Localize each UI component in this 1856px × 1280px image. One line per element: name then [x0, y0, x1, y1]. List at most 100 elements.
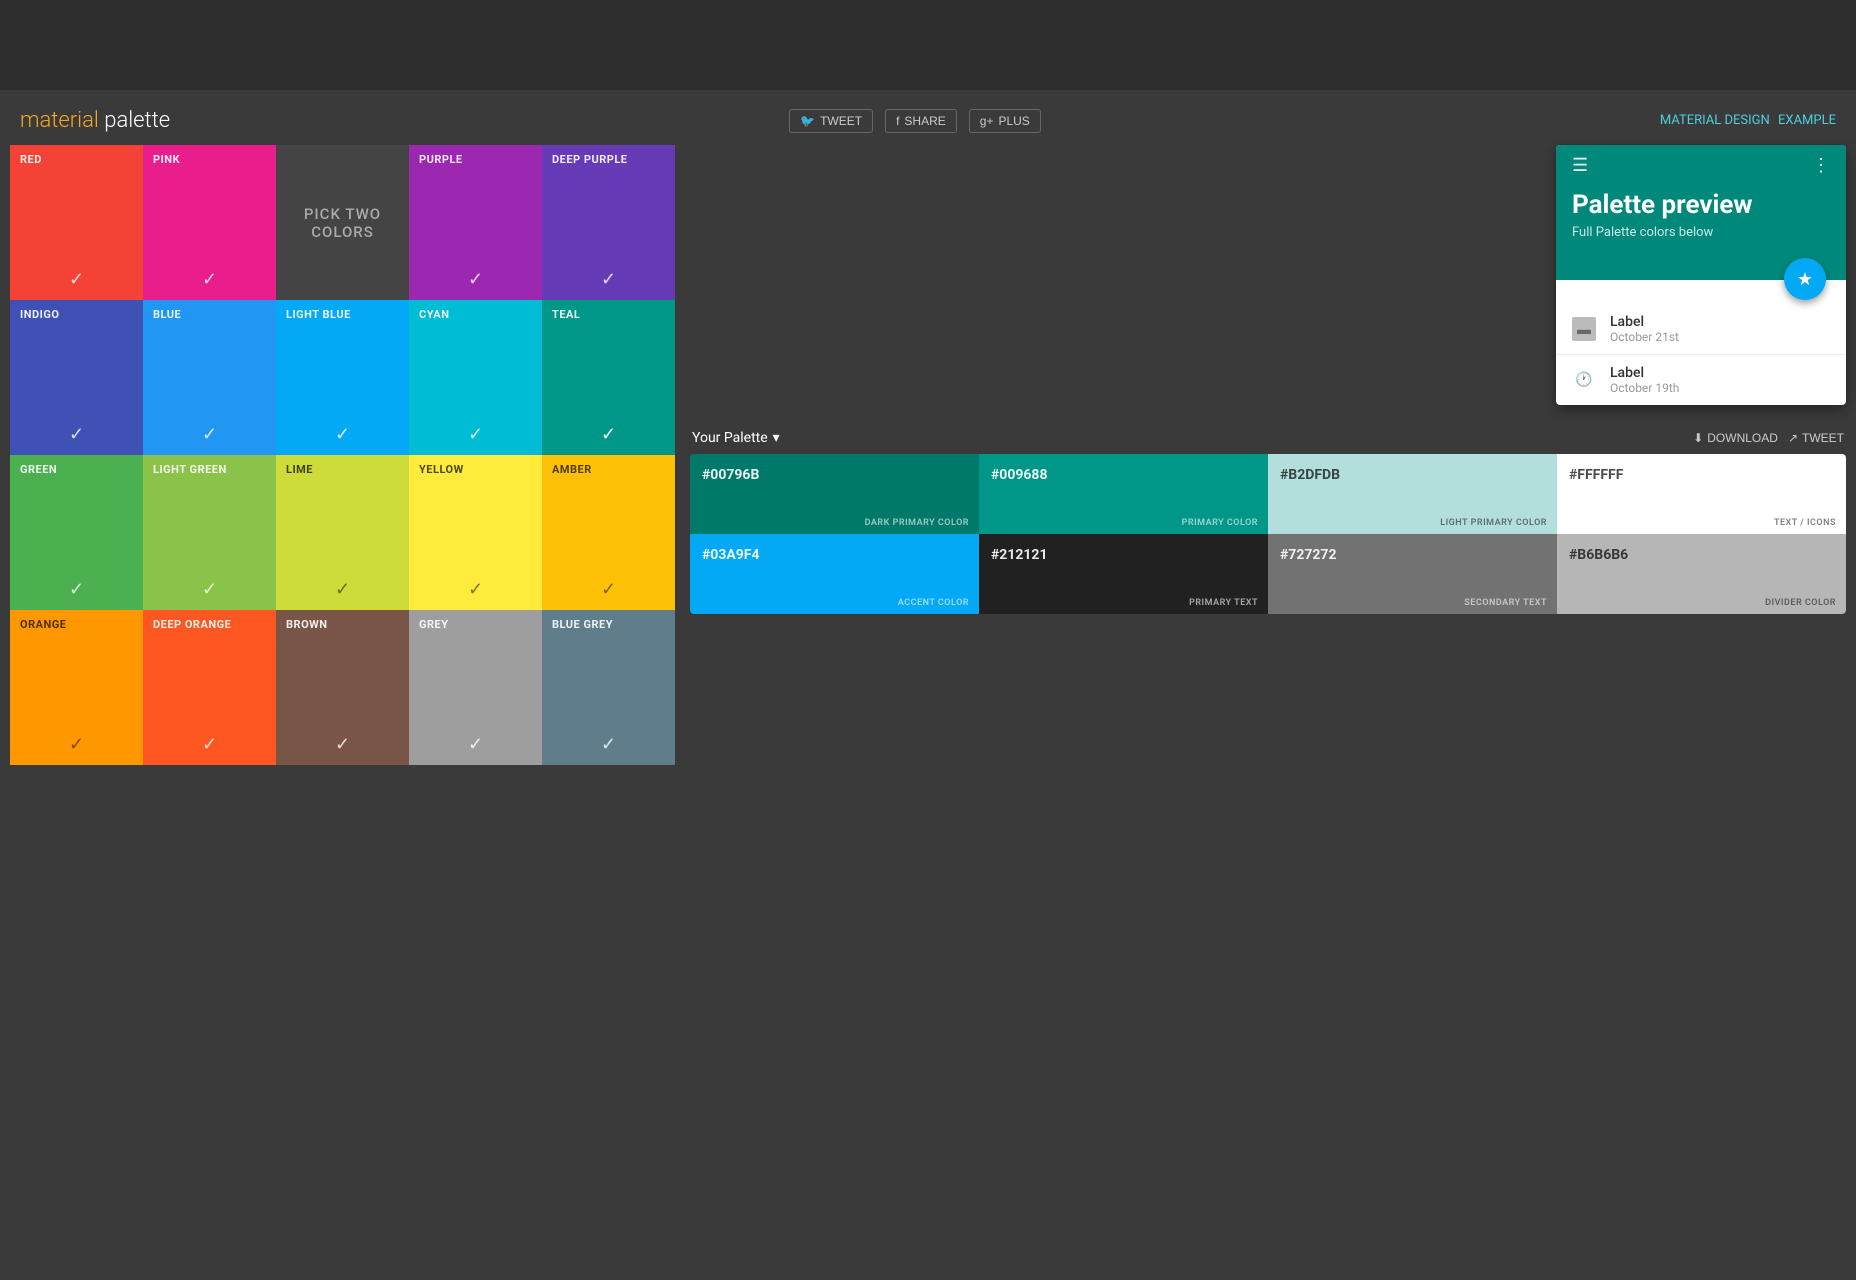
color-grey-label: GREY — [419, 618, 449, 631]
preview-fab[interactable]: ★ — [1784, 258, 1826, 300]
right-panel: ☰ ⋮ Palette preview Full Palette colors … — [690, 145, 1846, 614]
app-logo: material palette — [20, 108, 170, 133]
color-green[interactable]: GREEN ✓ — [10, 455, 143, 610]
palette-section: Your Palette ▾ ⬇ DOWNLOAD ↗ TWEET — [690, 430, 1846, 614]
color-cyan[interactable]: CYAN ✓ — [409, 300, 542, 455]
preview-header: ☰ ⋮ Palette preview Full Palette colors … — [1556, 145, 1846, 280]
color-cyan-label: CYAN — [419, 308, 449, 321]
pick-two-text: PICK TWO COLORS — [276, 205, 409, 241]
pick-two-cell: PICK TWO COLORS — [276, 145, 409, 300]
download-button[interactable]: ⬇ DOWNLOAD — [1693, 431, 1778, 445]
color-teal[interactable]: TEAL ✓ — [542, 300, 675, 455]
color-grey[interactable]: GREY ✓ — [409, 610, 542, 765]
color-teal-check: ✓ — [601, 424, 616, 445]
color-teal-label: TEAL — [552, 308, 580, 321]
palette-swatch-hex-1: #009688 — [991, 467, 1048, 483]
palette-header: Your Palette ▾ ⬇ DOWNLOAD ↗ TWEET — [690, 430, 1846, 446]
download-label: DOWNLOAD — [1707, 431, 1778, 445]
color-blue-grey[interactable]: BLUE GREY ✓ — [542, 610, 675, 765]
plus-button[interactable]: g+ PLUS — [969, 109, 1041, 133]
color-purple-label: PURPLE — [419, 153, 463, 166]
color-green-check: ✓ — [69, 579, 84, 600]
share-label: SHARE — [904, 114, 945, 128]
list-text-1: Label October 21st — [1610, 314, 1830, 344]
color-lime-check: ✓ — [335, 579, 350, 600]
palette-swatch-label-3: TEXT / ICONS — [1774, 518, 1836, 528]
palette-swatch-label-1: PRIMARY COLOR — [1182, 518, 1258, 528]
palette-swatch-hex-5: #212121 — [991, 547, 1048, 563]
preview-title: Palette preview — [1572, 190, 1830, 221]
palette-actions: ⬇ DOWNLOAD ↗ TWEET — [1693, 431, 1844, 445]
color-deep-purple-check: ✓ — [601, 269, 616, 290]
color-amber[interactable]: AMBER ✓ — [542, 455, 675, 610]
palette-swatch-4[interactable]: #03A9F4ACCENT COLOR — [690, 534, 979, 614]
color-blue-grey-label: BLUE GREY — [552, 618, 613, 631]
menu-icon: ☰ — [1572, 155, 1588, 176]
list-date-2: October 19th — [1610, 381, 1830, 395]
color-blue-check: ✓ — [202, 424, 217, 445]
color-orange[interactable]: ORANGE ✓ — [10, 610, 143, 765]
material-design-link[interactable]: MATERIAL DESIGN EXAMPLE — [1660, 113, 1836, 128]
color-pink-check: ✓ — [202, 269, 217, 290]
palette-swatch-label-5: PRIMARY TEXT — [1189, 598, 1258, 608]
palette-grid: #00796BDARK PRIMARY COLOR #009688 PRIMARY … — [690, 454, 1846, 614]
color-red-label: RED — [20, 153, 42, 166]
palette-swatch-hex-2: #B2DFDB — [1280, 467, 1340, 483]
twitter-icon: 🐦 — [800, 114, 815, 128]
color-purple-check: ✓ — [468, 269, 483, 290]
color-brown[interactable]: BROWN ✓ — [276, 610, 409, 765]
color-indigo[interactable]: INDIGO ✓ — [10, 300, 143, 455]
color-indigo-check: ✓ — [69, 424, 84, 445]
chevron-down-icon[interactable]: ▾ — [773, 430, 780, 446]
color-indigo-label: INDIGO — [20, 308, 59, 321]
logo-palette: palette — [104, 108, 170, 133]
gplus-icon: g+ — [980, 114, 994, 128]
palette-swatch-label-6: SECONDARY TEXT — [1464, 598, 1547, 608]
color-blue-grey-check: ✓ — [601, 734, 616, 755]
preview-card: ☰ ⋮ Palette preview Full Palette colors … — [1556, 145, 1846, 405]
color-purple[interactable]: PURPLE ✓ — [409, 145, 542, 300]
palette-swatch-hex-4: #03A9F4 — [702, 547, 760, 563]
tweet-button[interactable]: 🐦 TWEET — [789, 109, 873, 133]
color-lime[interactable]: LIME ✓ — [276, 455, 409, 610]
color-pink[interactable]: PINK ✓ — [143, 145, 276, 300]
example-text: EXAMPLE — [1778, 113, 1836, 128]
color-light-blue-check: ✓ — [335, 424, 350, 445]
color-deep-purple-label: DEEP PURPLE — [552, 153, 627, 166]
palette-swatch-1[interactable]: #009688 PRIMARY COLOR — [979, 454, 1268, 534]
palette-swatch-6[interactable]: #727272SECONDARY TEXT — [1268, 534, 1557, 614]
palette-title-text: Your Palette — [692, 430, 768, 446]
tweet-label: TWEET — [820, 114, 862, 128]
color-red[interactable]: RED ✓ — [10, 145, 143, 300]
color-light-blue-label: LIGHT BLUE — [286, 308, 351, 321]
list-label-2: Label — [1610, 365, 1830, 381]
color-deep-orange-check: ✓ — [202, 734, 217, 755]
palette-swatch-5[interactable]: #212121 PRIMARY TEXT — [979, 534, 1268, 614]
share-button[interactable]: f SHARE — [885, 109, 957, 133]
preview-toolbar: ☰ ⋮ — [1572, 155, 1830, 176]
palette-swatch-0[interactable]: #00796BDARK PRIMARY COLOR — [690, 454, 979, 534]
color-blue[interactable]: BLUE ✓ — [143, 300, 276, 455]
download-icon: ⬇ — [1693, 431, 1703, 445]
color-deep-purple[interactable]: DEEP PURPLE ✓ — [542, 145, 675, 300]
preview-subtitle: Full Palette colors below — [1572, 225, 1830, 240]
color-orange-label: ORANGE — [20, 618, 66, 631]
color-light-blue[interactable]: LIGHT BLUE ✓ — [276, 300, 409, 455]
color-pink-label: PINK — [153, 153, 180, 166]
color-yellow[interactable]: YELLOW ✓ — [409, 455, 542, 610]
palette-swatch-hex-0: #00796B — [702, 467, 759, 483]
color-blue-label: BLUE — [153, 308, 181, 321]
palette-swatch-3[interactable]: #FFFFFFTEXT / ICONS — [1557, 454, 1846, 534]
logo-material: material — [20, 108, 99, 133]
color-deep-orange[interactable]: DEEP ORANGE ✓ — [143, 610, 276, 765]
color-brown-label: BROWN — [286, 618, 328, 631]
facebook-icon: f — [896, 114, 899, 128]
color-light-green[interactable]: LIGHT GREEN ✓ — [143, 455, 276, 610]
palette-swatch-2[interactable]: #B2DFDBLIGHT PRIMARY COLOR — [1268, 454, 1557, 534]
color-brown-check: ✓ — [335, 734, 350, 755]
palette-tweet-button[interactable]: ↗ TWEET — [1788, 431, 1844, 445]
palette-tweet-label: TWEET — [1802, 431, 1844, 445]
palette-swatch-7[interactable]: #B6B6B6DIVIDER COLOR — [1557, 534, 1846, 614]
color-row-2: GREEN ✓ LIGHT GREEN ✓ LIME ✓ YELLOW ✓ AM… — [10, 455, 675, 610]
main-content: material palette 🐦 TWEET f SHARE g+ PLUS… — [0, 90, 1856, 785]
